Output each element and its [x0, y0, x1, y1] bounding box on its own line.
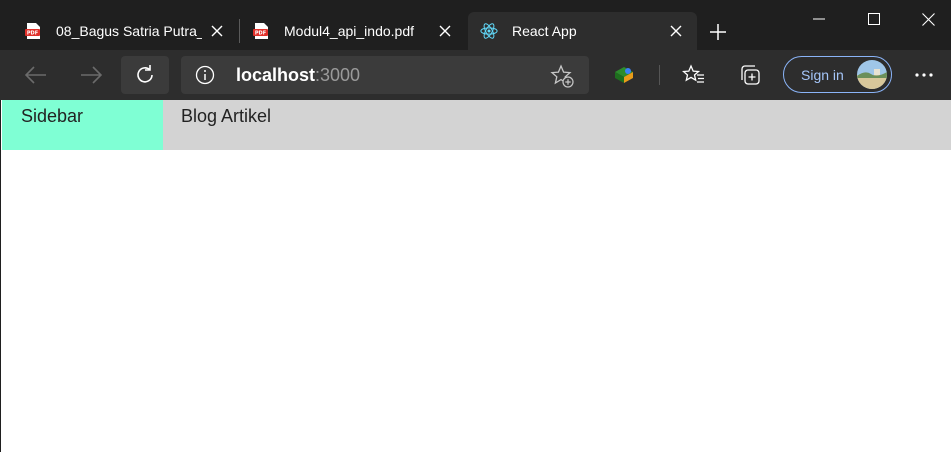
tab-title: 08_Bagus Satria Putra_	[56, 23, 202, 39]
pdf-icon: PDF	[253, 23, 268, 39]
plus-icon	[710, 24, 726, 40]
arrow-left-icon	[25, 66, 46, 84]
maximize-button[interactable]	[851, 0, 897, 38]
back-button[interactable]	[12, 56, 60, 94]
more-options-icon[interactable]	[912, 63, 936, 87]
sign-in-label: Sign in	[801, 66, 844, 83]
react-icon	[480, 23, 498, 39]
maximize-icon	[868, 13, 880, 25]
tab-pdf-bagus[interactable]: PDF 08_Bagus Satria Putra_	[0, 12, 238, 50]
arrow-right-icon	[81, 66, 102, 84]
url-port: :3000	[315, 65, 361, 85]
info-icon[interactable]	[195, 65, 215, 85]
add-favorite-icon[interactable]	[550, 64, 574, 88]
browser-toolbar: localhost:3000 Sign in	[0, 50, 951, 100]
pdf-icon-label: PDF	[255, 31, 266, 37]
close-window-button[interactable]	[905, 0, 951, 38]
tab-title: Modul4_api_indo.pdf	[284, 23, 414, 39]
tab-close-icon[interactable]	[661, 16, 691, 46]
address-bar[interactable]: localhost:3000	[181, 56, 589, 94]
pdf-icon: PDF	[25, 23, 40, 39]
page-viewport: Sidebar Blog Artikel	[0, 100, 951, 452]
tab-close-icon[interactable]	[202, 16, 232, 46]
reload-icon	[137, 65, 153, 83]
pdf-icon-label: PDF	[27, 31, 38, 37]
tab-react-app[interactable]: React App	[468, 12, 697, 50]
favorites-icon[interactable]	[682, 63, 706, 87]
tab-title: React App	[512, 23, 577, 39]
toolbar-divider	[659, 65, 660, 85]
avatar	[857, 60, 887, 89]
reload-button[interactable]	[121, 56, 169, 94]
new-tab-button[interactable]	[703, 17, 733, 47]
close-icon	[921, 12, 935, 26]
url-host: localhost	[236, 65, 316, 85]
sidebar: Sidebar	[2, 100, 163, 150]
minimize-icon	[813, 18, 825, 20]
blog-header: Blog Artikel	[163, 100, 951, 150]
sign-in-button[interactable]: Sign in	[783, 56, 892, 93]
extension-icon[interactable]	[612, 63, 636, 87]
forward-button[interactable]	[67, 56, 115, 94]
browser-title-bar: PDF 08_Bagus Satria Putra_ PDF Modul4_ap…	[0, 0, 951, 50]
app-header-row: Sidebar Blog Artikel	[2, 100, 951, 150]
tab-close-icon[interactable]	[430, 16, 460, 46]
url-text[interactable]: localhost:3000	[236, 65, 360, 85]
collections-icon[interactable]	[738, 63, 762, 87]
minimize-button[interactable]	[796, 0, 842, 38]
tab-pdf-modul4[interactable]: PDF Modul4_api_indo.pdf	[240, 12, 466, 50]
